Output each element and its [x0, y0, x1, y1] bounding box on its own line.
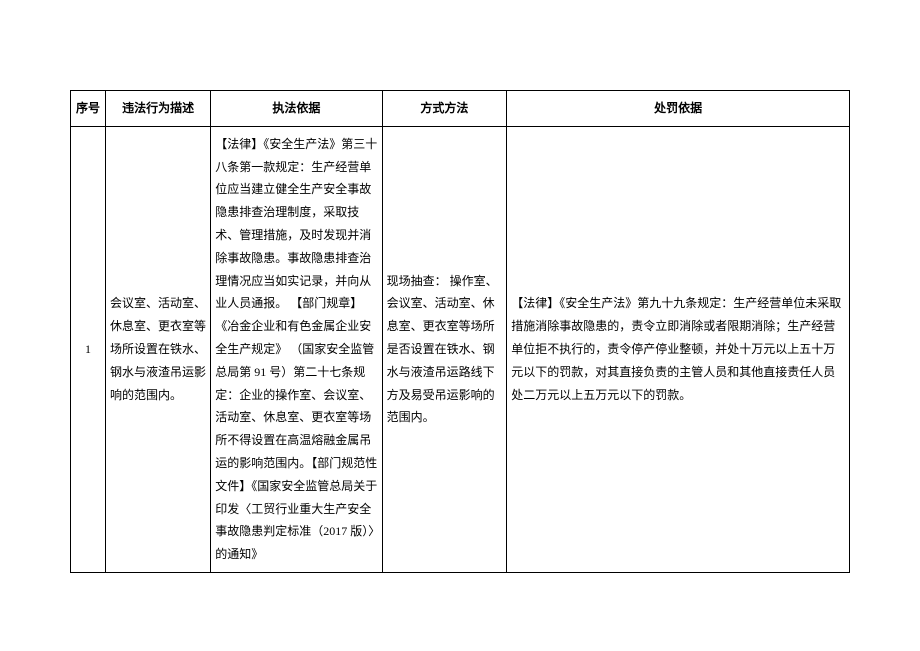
header-penalty-basis: 处罚依据 — [507, 91, 850, 127]
cell-penalty-basis: 【法律】《安全生产法》第九十九条规定：生产经营单位未采取措施消除事故隐患的，责令… — [507, 126, 850, 572]
table-row: 1 会议室、活动室、休息室、更衣室等场所设置在铁水、钢水与液渣吊运影响的范围内。… — [71, 126, 850, 572]
cell-method: 现场抽查： 操作室、会议室、活动室、休息室、更衣室等场所是否设置在铁水、钢水与液… — [382, 126, 507, 572]
cell-violation: 会议室、活动室、休息室、更衣室等场所设置在铁水、钢水与液渣吊运影响的范围内。 — [106, 126, 211, 572]
table-header-row: 序号 违法行为描述 执法依据 方式方法 处罚依据 — [71, 91, 850, 127]
cell-seq: 1 — [71, 126, 106, 572]
cell-legal-basis: 【法律】《安全生产法》第三十八条第一款规定：生产经营单位应当建立健全生产安全事故… — [211, 126, 382, 572]
regulation-table: 序号 违法行为描述 执法依据 方式方法 处罚依据 1 会议室、活动室、休息室、更… — [70, 90, 850, 573]
header-method: 方式方法 — [382, 91, 507, 127]
header-legal-basis: 执法依据 — [211, 91, 382, 127]
header-seq: 序号 — [71, 91, 106, 127]
header-violation: 违法行为描述 — [106, 91, 211, 127]
